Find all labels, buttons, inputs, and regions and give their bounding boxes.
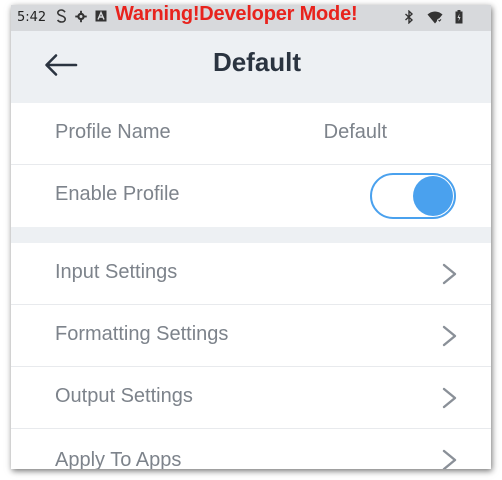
sync-s-icon <box>55 9 67 23</box>
profile-name-row[interactable]: Profile Name Default <box>11 103 491 165</box>
status-right-icons <box>403 10 463 24</box>
phone-screen: 5:42 Warning!Developer Mode! Default Pro… <box>11 5 491 469</box>
settings-item-label: Output Settings <box>55 385 193 407</box>
chevron-right-icon <box>441 387 459 409</box>
status-left-icons <box>55 9 107 23</box>
app-bar: Default <box>11 31 491 103</box>
chevron-right-icon <box>441 325 459 347</box>
enable-profile-label: Enable Profile <box>55 183 180 205</box>
section-divider <box>11 227 491 243</box>
screenshot-page: 5:42 Warning!Developer Mode! Default Pro… <box>0 0 502 480</box>
settings-item-apply-to-apps[interactable]: Apply To Apps <box>11 429 491 469</box>
settings-item-formatting[interactable]: Formatting Settings <box>11 305 491 367</box>
bluetooth-icon <box>403 10 415 24</box>
settings-item-output[interactable]: Output Settings <box>11 367 491 429</box>
profile-name-value: Default <box>323 121 387 143</box>
enable-profile-row: Enable Profile <box>11 165 491 227</box>
page-title: Default <box>212 47 302 77</box>
status-bar: 5:42 Warning!Developer Mode! <box>11 5 491 31</box>
enable-profile-toggle[interactable] <box>370 173 456 219</box>
wifi-icon <box>427 10 443 24</box>
battery-icon <box>455 10 463 24</box>
profile-name-label: Profile Name <box>55 121 171 143</box>
chevron-right-icon <box>441 449 459 469</box>
settings-item-label: Apply To Apps <box>55 449 182 469</box>
chevron-right-icon <box>441 263 459 285</box>
status-time: 5:42 <box>17 10 47 25</box>
toggle-knob <box>413 176 453 216</box>
developer-mode-warning: Warning!Developer Mode! <box>115 5 358 25</box>
settings-list: Profile Name Default Enable Profile Inpu… <box>11 103 491 469</box>
settings-item-label: Input Settings <box>55 261 178 283</box>
settings-item-input[interactable]: Input Settings <box>11 243 491 305</box>
a-box-icon <box>95 9 107 23</box>
settings-item-label: Formatting Settings <box>55 323 229 345</box>
gear-icon <box>75 9 87 23</box>
